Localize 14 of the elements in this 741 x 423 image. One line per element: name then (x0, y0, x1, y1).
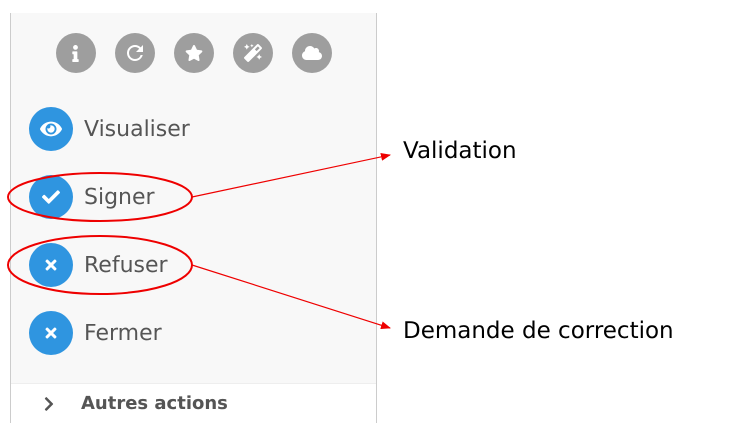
annotation-label: Demande de correction (403, 318, 674, 344)
refresh-icon[interactable] (114, 33, 154, 73)
check-icon[interactable] (29, 175, 73, 219)
magic-wand-icon[interactable] (232, 33, 272, 73)
cloud-icon[interactable] (292, 33, 332, 73)
action-link[interactable]: Fermer (84, 320, 162, 346)
eye-icon[interactable] (29, 107, 73, 151)
action-link[interactable]: Visualiser (84, 116, 190, 142)
action-link[interactable]: Refuser (84, 252, 168, 278)
annotation-label: Validation (403, 138, 517, 164)
close-icon[interactable] (29, 311, 73, 355)
info-icon[interactable] (56, 33, 96, 73)
close-icon[interactable] (29, 243, 73, 287)
action-link[interactable]: Signer (84, 184, 155, 210)
